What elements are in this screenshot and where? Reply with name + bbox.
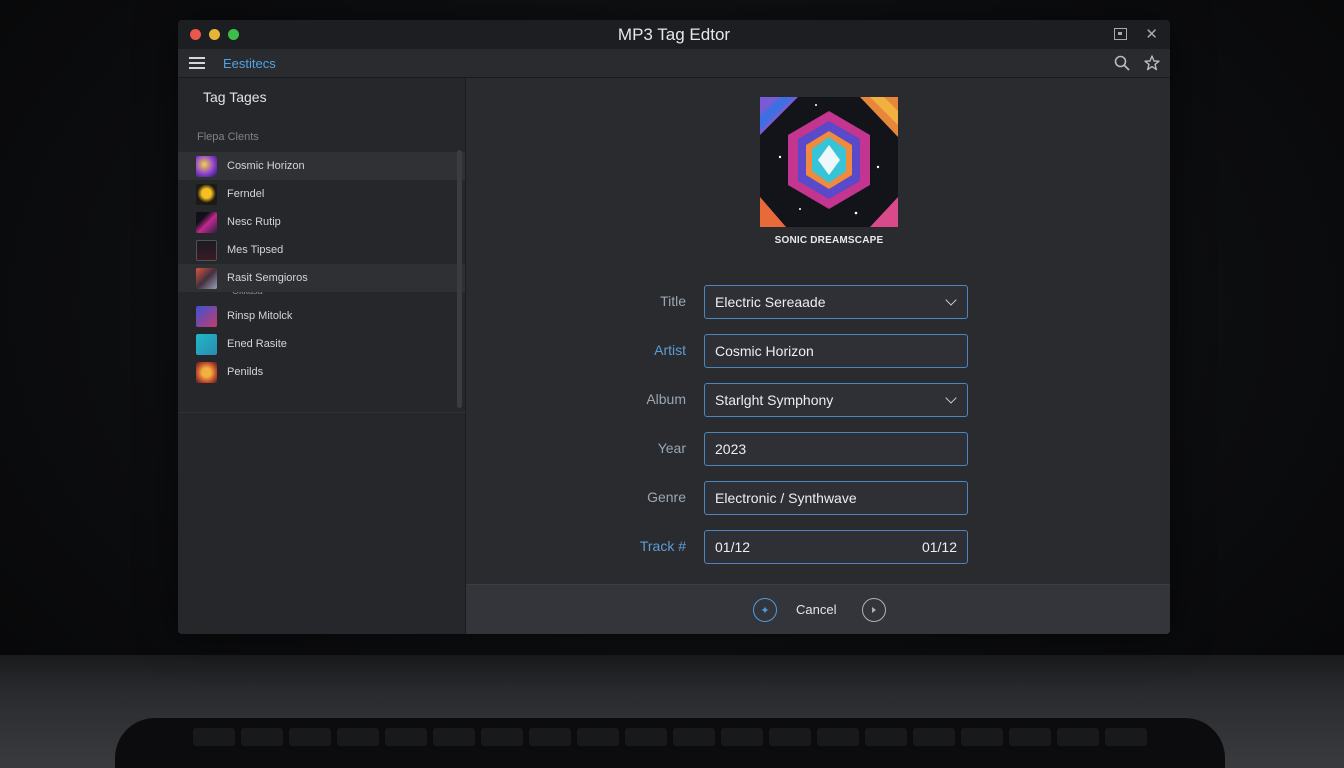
year-field-value: 2023 xyxy=(715,441,747,457)
title-bar: MP3 Tag Edtor ✕ xyxy=(178,20,1170,49)
sidebar: Tag Tages Flepa Clents Cosmic Horizon Fe… xyxy=(178,78,466,634)
track-label: Nesc Rutip xyxy=(227,216,281,228)
track-list-item[interactable]: Nesc Rutip xyxy=(178,208,465,236)
artist-label: Artist xyxy=(654,342,686,358)
artist-field[interactable]: Cosmic Horizon xyxy=(704,334,968,368)
toolbar-link[interactable]: Eestitecs xyxy=(223,56,276,71)
action-bar: ✦ Cancel xyxy=(466,584,1170,634)
form-row-album: Album Starlght Symphony xyxy=(466,383,1170,417)
search-icon[interactable] xyxy=(1114,55,1130,71)
sidebar-title: Tag Tages xyxy=(203,89,267,105)
track-number-label: Track # xyxy=(639,538,686,554)
album-cover-art xyxy=(760,97,898,227)
track-label: Penilds xyxy=(227,366,264,378)
track-label: Mes Tipsed xyxy=(227,244,284,256)
album-field[interactable]: Starlght Symphony xyxy=(704,383,968,417)
album-thumbnail xyxy=(196,239,217,261)
star-icon[interactable] xyxy=(1144,55,1160,71)
album-field-value: Starlght Symphony xyxy=(715,392,834,408)
album-thumbnail xyxy=(196,183,217,205)
close-dot-icon[interactable] xyxy=(190,29,201,40)
album-label: Album xyxy=(646,391,686,407)
editor-panel: SONIC DREAMSCAPE Title Electric Sereaade… xyxy=(466,78,1170,634)
next-icon xyxy=(872,607,876,613)
minimize-dot-icon[interactable] xyxy=(209,29,220,40)
track-total-value: 01/12 xyxy=(921,539,957,555)
album-thumbnail xyxy=(196,211,217,233)
close-icon[interactable]: ✕ xyxy=(1145,25,1158,43)
album-cover[interactable] xyxy=(760,97,898,227)
next-button[interactable] xyxy=(862,598,886,622)
laptop-keyboard xyxy=(115,718,1225,768)
track-list-item[interactable]: Ened Rasite xyxy=(178,330,465,358)
toolbar-icons xyxy=(1114,55,1160,71)
form-row-track: Track # 01/12 01/12 xyxy=(466,530,1170,564)
window-controls: ✕ xyxy=(1114,25,1158,43)
album-thumbnail xyxy=(196,361,217,383)
track-list-item[interactable]: Rasit Semgioros xyxy=(178,264,465,292)
title-label: Title xyxy=(660,293,686,309)
toolbar: Eestitecs xyxy=(178,49,1170,78)
year-label: Year xyxy=(657,440,686,456)
track-label: Rasit Semgioros xyxy=(227,272,308,284)
window-title: MP3 Tag Edtor xyxy=(617,24,731,44)
track-label: Rinsp Mitolck xyxy=(227,310,293,322)
window-traffic-lights xyxy=(190,29,239,40)
sidebar-divider xyxy=(178,412,466,413)
track-number-field[interactable]: 01/12 01/12 xyxy=(704,530,968,564)
album-thumbnail xyxy=(196,333,217,355)
artist-field-value: Cosmic Horizon xyxy=(715,343,814,359)
album-thumbnail xyxy=(196,267,217,289)
track-list-item[interactable]: Ferndel xyxy=(178,180,465,208)
menu-icon[interactable] xyxy=(189,57,205,69)
zoom-dot-icon[interactable] xyxy=(228,29,239,40)
sidebar-section-label: Flepa Clents xyxy=(197,131,259,143)
app-window: MP3 Tag Edtor ✕ Eestitecs Tag Tages Flep… xyxy=(178,20,1170,634)
add-button[interactable]: ✦ xyxy=(753,598,777,622)
form-row-year: Year 2023 xyxy=(466,432,1170,466)
album-thumbnail xyxy=(196,155,217,177)
track-label: Cosmic Horizon xyxy=(227,160,305,172)
form-row-title: Title Electric Sereaade xyxy=(466,285,1170,319)
track-list: Cosmic Horizon Ferndel Nesc Rutip Mes Ti… xyxy=(178,152,465,386)
chevron-down-icon[interactable] xyxy=(945,294,957,306)
add-icon: ✦ xyxy=(760,604,770,617)
form-row-artist: Artist Cosmic Horizon xyxy=(466,334,1170,368)
album-thumbnail xyxy=(196,305,217,327)
cancel-button[interactable]: Cancel xyxy=(796,602,836,617)
title-field-value: Electric Sereaade xyxy=(715,294,826,310)
form-row-genre: Genre Electronic / Synthwave xyxy=(466,481,1170,515)
track-list-item[interactable]: Cosmic Horizon xyxy=(178,152,465,180)
album-cover-caption: SONIC DREAMSCAPE xyxy=(774,235,884,246)
genre-label: Genre xyxy=(647,489,686,505)
track-list-item[interactable]: Mes Tipsed xyxy=(178,236,465,264)
track-number-value: 01/12 xyxy=(715,539,751,555)
chevron-down-icon[interactable] xyxy=(945,392,957,404)
track-label: Ferndel xyxy=(227,188,265,200)
genre-field-value: Electronic / Synthwave xyxy=(715,490,857,506)
track-list-item[interactable]: Penilds xyxy=(178,358,465,386)
track-label: Ened Rasite xyxy=(227,338,287,350)
year-field[interactable]: 2023 xyxy=(704,432,968,466)
track-list-item[interactable]: Rinsp Mitolck xyxy=(178,302,465,330)
genre-field[interactable]: Electronic / Synthwave xyxy=(704,481,968,515)
sidebar-scrollbar[interactable] xyxy=(457,150,462,408)
title-field[interactable]: Electric Sereaade xyxy=(704,285,968,319)
maximize-icon[interactable] xyxy=(1114,28,1128,40)
